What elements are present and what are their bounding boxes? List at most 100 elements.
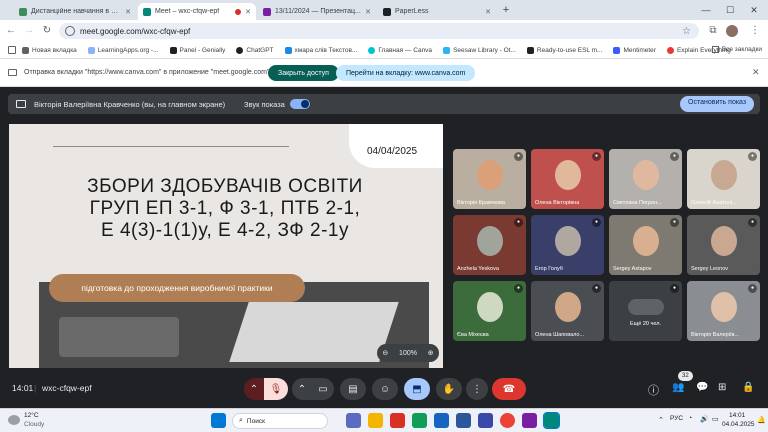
recording-dot-icon xyxy=(235,8,242,15)
office-icon[interactable] xyxy=(390,413,405,428)
maximize-button[interactable]: ☐ xyxy=(720,2,740,18)
tab-paperless[interactable]: PaperLess ✕ xyxy=(378,3,496,20)
mic-options-button[interactable]: ⌃ xyxy=(244,378,264,400)
word-icon[interactable] xyxy=(434,413,449,428)
mic-toggle-button[interactable]: 🎙 xyxy=(264,378,288,400)
extensions-icon[interactable]: ⧉ xyxy=(706,24,720,38)
taskbar-search[interactable]: ⌕ Поиск xyxy=(232,413,328,429)
reactions-button[interactable]: ☺ xyxy=(372,378,398,400)
zoom-out-icon[interactable]: ⊖ xyxy=(382,349,388,357)
tab-distance-learning[interactable]: Дистанційне навчання в ВСП ... ✕ xyxy=(14,3,136,20)
bookmark-word-cloud[interactable]: хмара слів Текстов... xyxy=(284,46,357,54)
more-options-button[interactable]: ⋮ xyxy=(466,378,488,400)
windows-taskbar: 12°C Cloudy ⌕ Поиск ⌃ РУС ◔ 🔊 ▭ 14:01 04… xyxy=(0,408,768,432)
participant-tile[interactable]: ● Вікторія Валеріїв... xyxy=(687,281,760,341)
camera-toggle-button[interactable]: ▭ xyxy=(312,378,334,400)
close-icon[interactable]: ✕ xyxy=(125,8,131,16)
input-language[interactable]: РУС xyxy=(670,415,683,422)
notification-bell-icon[interactable]: 🔔 xyxy=(757,416,766,424)
wifi-icon[interactable]: ◔ xyxy=(688,415,692,422)
participant-tile[interactable]: ● Sergey Leonov xyxy=(687,215,760,275)
participant-tile[interactable]: ● Егор Голуб xyxy=(531,215,604,275)
apps-grid-icon[interactable] xyxy=(8,46,16,54)
mic-off-icon: ● xyxy=(670,284,679,293)
bookmark-esl[interactable]: Ready-to-use ESL m... xyxy=(526,46,602,54)
file-explorer-icon[interactable] xyxy=(368,413,383,428)
stop-presenting-button[interactable]: Остановить показ xyxy=(680,96,755,112)
app-icon[interactable] xyxy=(456,413,471,428)
forward-arrow-icon[interactable]: → xyxy=(22,24,36,38)
close-icon[interactable]: ✕ xyxy=(752,67,760,78)
address-bar[interactable]: meet.google.com/wxc-cfqw-epf ☆ xyxy=(59,23,699,39)
participant-tile[interactable]: ● Вікторія Кравчкова xyxy=(453,149,526,209)
bookmark-seesaw[interactable]: Seesaw Library - Ot... xyxy=(443,46,516,54)
captions-button[interactable]: ▤ xyxy=(340,378,366,400)
people-icon[interactable]: 👥 xyxy=(672,382,684,393)
participant-tile[interactable]: ● Олексій Анатолі... xyxy=(687,149,760,209)
activities-icon[interactable]: ⊞ xyxy=(718,382,726,393)
zoom-in-icon[interactable]: ⊕ xyxy=(428,349,434,357)
participant-video xyxy=(476,292,503,323)
zoom-level: 100% xyxy=(399,349,417,357)
present-screen-icon: ⬒ xyxy=(412,383,422,395)
participant-tile[interactable]: ● Єва Міхеєва xyxy=(453,281,526,341)
participant-tile[interactable]: ● Ещё 20 чел. xyxy=(609,281,682,341)
tab-presentation[interactable]: 13/11/2024 — Презентац... ✕ xyxy=(258,3,376,20)
weather-temp: 12°C xyxy=(24,412,39,419)
task-view-icon[interactable] xyxy=(346,413,361,428)
bookmark-canva[interactable]: Главная — Canva xyxy=(368,46,432,54)
close-icon[interactable]: ✕ xyxy=(245,8,251,16)
bookmark-chatgpt[interactable]: ChatGPT xyxy=(236,46,274,54)
bookmark-learningapps[interactable]: LearningApps.org -... xyxy=(87,46,159,54)
site-info-icon[interactable] xyxy=(65,26,75,36)
participant-tile[interactable]: ● Anzhela Yeskova xyxy=(453,215,526,275)
reload-icon[interactable]: ↻ xyxy=(40,24,54,38)
all-bookmarks[interactable]: Все закладки xyxy=(711,46,762,53)
participant-video xyxy=(710,226,737,257)
present-button[interactable]: ⬒ xyxy=(404,378,430,400)
windows-start-icon[interactable] xyxy=(211,413,226,428)
participant-video xyxy=(476,226,503,257)
tray-chevron-icon[interactable]: ⌃ xyxy=(658,416,664,424)
menu-kebab-icon[interactable]: ⋮ xyxy=(748,24,762,38)
mic-off-icon: ● xyxy=(748,152,757,161)
chat-icon[interactable]: 💬 xyxy=(696,382,708,393)
participant-tile[interactable]: ● Олена Вікторівна xyxy=(531,149,604,209)
host-controls-icon[interactable]: 🔒 xyxy=(742,382,754,393)
edge-icon[interactable] xyxy=(412,413,427,428)
participant-video xyxy=(554,226,581,257)
bookmark-genially[interactable]: Panel - Genially xyxy=(169,46,226,54)
volume-icon[interactable]: 🔊 xyxy=(700,415,709,423)
participant-tile[interactable]: ● Олена Шаповало... xyxy=(531,281,604,341)
tab-meet[interactable]: Meet – wxc-cfqw-epf ✕ xyxy=(138,3,256,20)
clock-date[interactable]: 04.04.2025 xyxy=(722,421,755,428)
chrome-icon[interactable] xyxy=(500,413,515,428)
info-icon[interactable]: ⓘ xyxy=(648,382,659,398)
participant-tile[interactable]: ● Sergey Astapov xyxy=(609,215,682,275)
camera-options-button[interactable]: ⌃ xyxy=(292,378,312,400)
go-to-tab-button[interactable]: Перейти на вкладку: www.canva.com xyxy=(336,65,476,81)
raise-hand-button[interactable]: ✋ xyxy=(436,378,462,400)
new-tab-button[interactable]: + xyxy=(496,2,516,18)
participant-tile[interactable]: ● Светлана Погрон... xyxy=(609,149,682,209)
camera-icon: ▭ xyxy=(318,383,328,395)
bookmark-mentimeter[interactable]: Mentimeter xyxy=(613,46,656,54)
participant-name: Ещё 20 чел. xyxy=(630,321,661,327)
close-access-button[interactable]: Закрыть доступ xyxy=(268,65,339,81)
clock-time[interactable]: 14:01 xyxy=(729,412,745,419)
app-icon[interactable] xyxy=(478,413,493,428)
profile-avatar[interactable] xyxy=(726,25,738,37)
battery-icon[interactable]: ▭ xyxy=(712,415,719,423)
close-icon[interactable]: ✕ xyxy=(365,8,371,16)
close-window-button[interactable]: ✕ xyxy=(744,2,764,18)
meet-app-icon[interactable] xyxy=(543,412,560,429)
leave-call-button[interactable]: ☎ xyxy=(492,378,526,400)
back-arrow-icon[interactable]: ← xyxy=(4,24,18,38)
close-icon[interactable]: ✕ xyxy=(485,8,491,16)
bookmark-label: Panel - Genially xyxy=(179,46,226,54)
star-icon[interactable]: ☆ xyxy=(682,26,691,37)
minimize-button[interactable]: — xyxy=(696,2,716,18)
sound-toggle[interactable] xyxy=(290,99,310,109)
viber-icon[interactable] xyxy=(522,413,537,428)
bookmark-new-tab[interactable]: Новая вкладка xyxy=(22,46,77,54)
